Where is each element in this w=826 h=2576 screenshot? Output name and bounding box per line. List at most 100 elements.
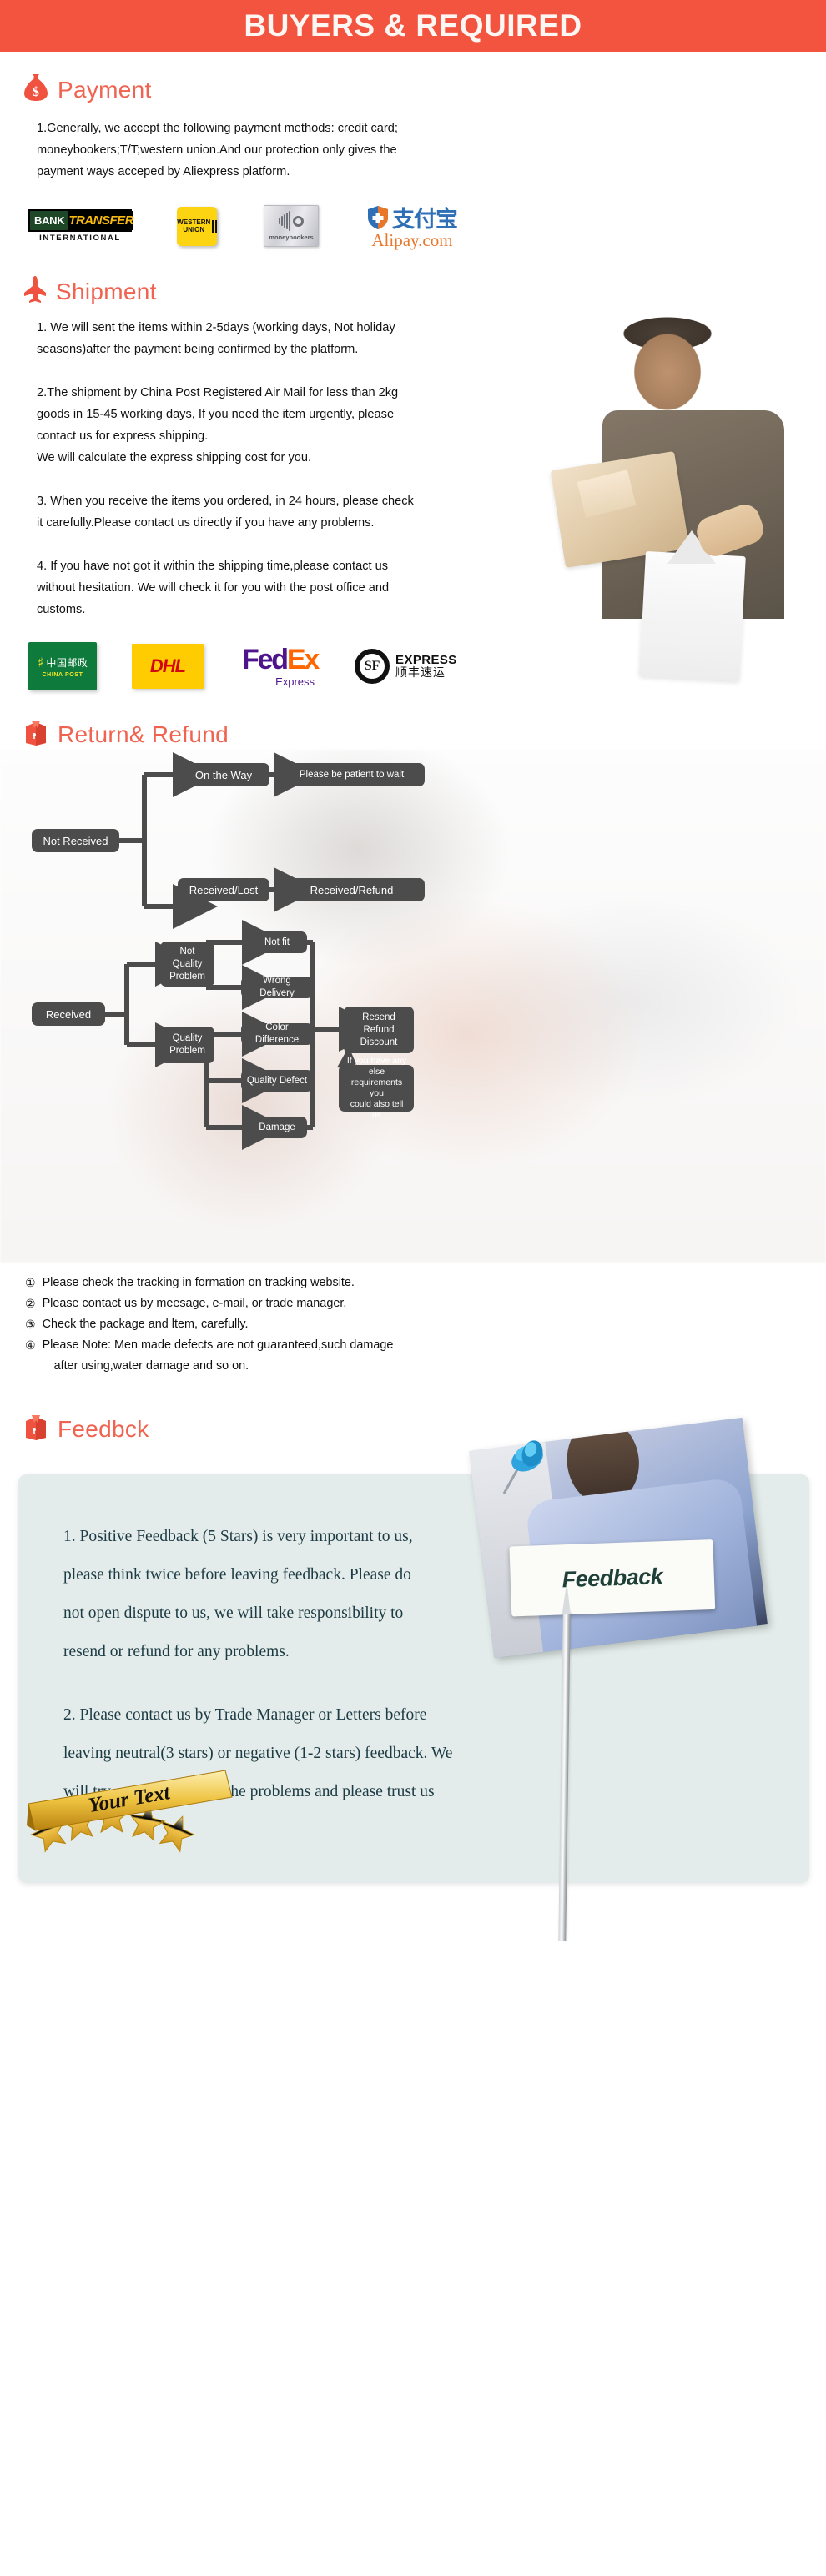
fedex-word2: Ex	[286, 643, 320, 675]
flow-node-label-line: Not	[179, 946, 195, 957]
alipay-word: Alipay.com	[371, 230, 453, 250]
dhl-word: DHL	[149, 655, 186, 676]
flow-node-label-line: requirements you	[350, 1077, 403, 1098]
shipment-line: 4. If you have not got it within the shi…	[37, 560, 389, 573]
note-marker: ①	[25, 1276, 36, 1289]
shipment-text: 1. We will sent the items within 2-5days…	[0, 317, 826, 620]
china-post-en: CHINA POST	[42, 672, 83, 678]
note-text-continuation: after using,water damage and so on.	[53, 1359, 249, 1373]
page-banner: BUYERS & REQUIRED	[0, 0, 826, 52]
package-box-icon	[23, 1414, 48, 1444]
moneybookers-label: moneybookers	[269, 233, 314, 241]
flow-node-wrong-delivery[interactable]: Wrong Delivery	[241, 976, 313, 998]
dhl-logo: DHL	[132, 644, 204, 689]
pushpin-icon	[499, 1435, 551, 1501]
flow-node-label-line: Problem	[169, 971, 205, 982]
flow-node-any-else-requirements[interactable]: If you have any else requirements you co…	[339, 1056, 414, 1120]
china-post-mark-icon: ♯	[37, 655, 44, 670]
feedback-sign-text: Feedback	[561, 1563, 663, 1592]
flow-node-label-line: could also tell us	[350, 1099, 404, 1120]
flow-node-received-refund[interactable]: Received/Refund	[279, 878, 425, 901]
svg-text:$: $	[33, 85, 39, 99]
shipment-line: it carefully.Please contact us directly …	[37, 516, 375, 530]
flow-node-damage[interactable]: Damage	[247, 1117, 307, 1138]
section-title-shipment: Shipment	[56, 278, 157, 304]
flow-node-label-line: If you have any else	[346, 1056, 407, 1077]
shipment-line: seasons)after the payment being confirme…	[37, 343, 359, 356]
five-star-ribbon-badge: Your Text	[26, 1767, 234, 1871]
payment-text: 1.Generally, we accept the following pay…	[0, 118, 826, 183]
fedex-logo: FedEx Express	[242, 643, 320, 688]
flow-node-label-line: Resend	[362, 1012, 395, 1022]
flow-node-label-line: Problem	[169, 1046, 205, 1056]
flow-node-on-the-way[interactable]: On the Way	[178, 763, 269, 786]
section-title-return-refund: Return& Refund	[58, 721, 229, 747]
feedback-section: Feedbck Feedback 1. Positive Feedback (5…	[0, 1414, 826, 1941]
note-marker: ③	[25, 1318, 36, 1331]
section-heading-payment: $ Payment	[0, 73, 826, 106]
sf-cn: 顺丰速运	[395, 665, 446, 680]
flow-node-please-wait[interactable]: Please be patient to wait	[279, 763, 425, 786]
bank-transfer-word1: BANK	[30, 211, 69, 230]
sf-badge: SF	[355, 649, 390, 684]
flow-node-received-lost[interactable]: Received/Lost	[178, 878, 269, 901]
section-title-feedback: Feedbck	[58, 1415, 149, 1442]
payment-line: moneybookers;T/T;western union.And our p…	[37, 143, 397, 157]
flow-node-label-line: Discount	[360, 1037, 398, 1047]
note-item: ④ Please Note: Men made defects are not …	[25, 1335, 793, 1377]
note-text: Check the package and ltem, carefully.	[42, 1318, 249, 1331]
note-text: Please contact us by meesage, e-mail, or…	[42, 1297, 347, 1310]
moneybookers-logo: moneybookers	[264, 205, 319, 247]
china-post-logo: ♯ 中国邮政 CHINA POST	[28, 642, 97, 690]
package-box-icon	[23, 719, 48, 750]
payment-line: 1.Generally, we accept the following pay…	[37, 122, 398, 135]
western-union-logo: WESTERN UNION	[177, 206, 217, 246]
page-title: BUYERS & REQUIRED	[244, 8, 582, 43]
bank-transfer-word2: TRANSFER	[68, 211, 134, 230]
fedex-sub: Express	[275, 675, 315, 688]
flow-node-received[interactable]: Received	[32, 1002, 105, 1026]
wu-line2: UNION	[183, 226, 205, 233]
money-bag-icon: $	[23, 73, 48, 106]
feedback-sign: Feedback	[509, 1539, 716, 1617]
bank-transfer-logo: BANK TRANSFER INTERNATIONAL	[28, 209, 134, 243]
flow-node-label-line: Quality	[172, 958, 203, 969]
fedex-word1: Fed	[242, 643, 289, 675]
shipment-line: 3. When you receive the items you ordere…	[37, 495, 414, 508]
sf-express-logo: SF EXPRESS 顺丰速运	[355, 649, 457, 684]
payment-line: payment ways acceped by Aliexpress platf…	[37, 165, 290, 178]
feedback-line: resend or refund for any problems.	[63, 1643, 290, 1660]
flow-node-quality-problem[interactable]: Quality Problem	[160, 1027, 214, 1063]
section-heading-return-refund: Return& Refund	[0, 719, 826, 750]
section-title-payment: Payment	[58, 76, 152, 103]
section-heading-shipment: Shipment	[0, 276, 826, 307]
airplane-icon	[23, 276, 47, 307]
flow-node-label-line: Quality	[172, 1033, 203, 1043]
return-refund-flowchart: Not Received On the Way Please be patien…	[0, 750, 826, 1263]
alipay-logo: 支付宝 Alipay.com	[367, 201, 458, 251]
note-text: Please Note: Men made defects are not gu…	[42, 1338, 394, 1352]
flow-node-quality-defect[interactable]: Quality Defect	[241, 1070, 313, 1092]
note-item: ③ Check the package and ltem, carefully.	[25, 1314, 793, 1335]
shipment-line: customs.	[37, 603, 86, 616]
flow-node-color-difference[interactable]: Color Difference	[241, 1022, 313, 1045]
flow-node-not-received[interactable]: Not Received	[32, 829, 119, 852]
flow-node-resend-refund-discount[interactable]: Resend Refund Discount	[344, 1007, 414, 1053]
shipment-line: 2.The shipment by China Post Registered …	[37, 386, 399, 399]
flowchart-connectors	[105, 752, 384, 1150]
flow-node-not-fit[interactable]: Not fit	[247, 931, 307, 953]
wu-bars-icon	[212, 219, 217, 233]
feedback-line: 2. Please contact us by Trade Manager or…	[63, 1706, 427, 1724]
page-bottom-spacer	[0, 1883, 826, 1941]
return-refund-notes: ① Please check the tracking in formation…	[0, 1263, 826, 1377]
shipment-line: without hesitation. We will check it for…	[37, 581, 390, 595]
shipment-line: contact us for express shipping.	[37, 429, 209, 443]
flow-node-not-quality-problem[interactable]: Not Quality Problem	[160, 942, 214, 987]
shipment-line: goods in 15-45 working days, If you need…	[37, 408, 395, 421]
bank-transfer-sub: INTERNATIONAL	[39, 233, 121, 243]
china-post-cn: 中国邮政	[46, 657, 88, 669]
moneybookers-arc-icon	[279, 211, 304, 231]
note-item: ① Please check the tracking in formation…	[25, 1273, 793, 1293]
flow-node-label-line: Refund	[363, 1024, 395, 1035]
note-item: ② Please contact us by meesage, e-mail, …	[25, 1293, 793, 1314]
